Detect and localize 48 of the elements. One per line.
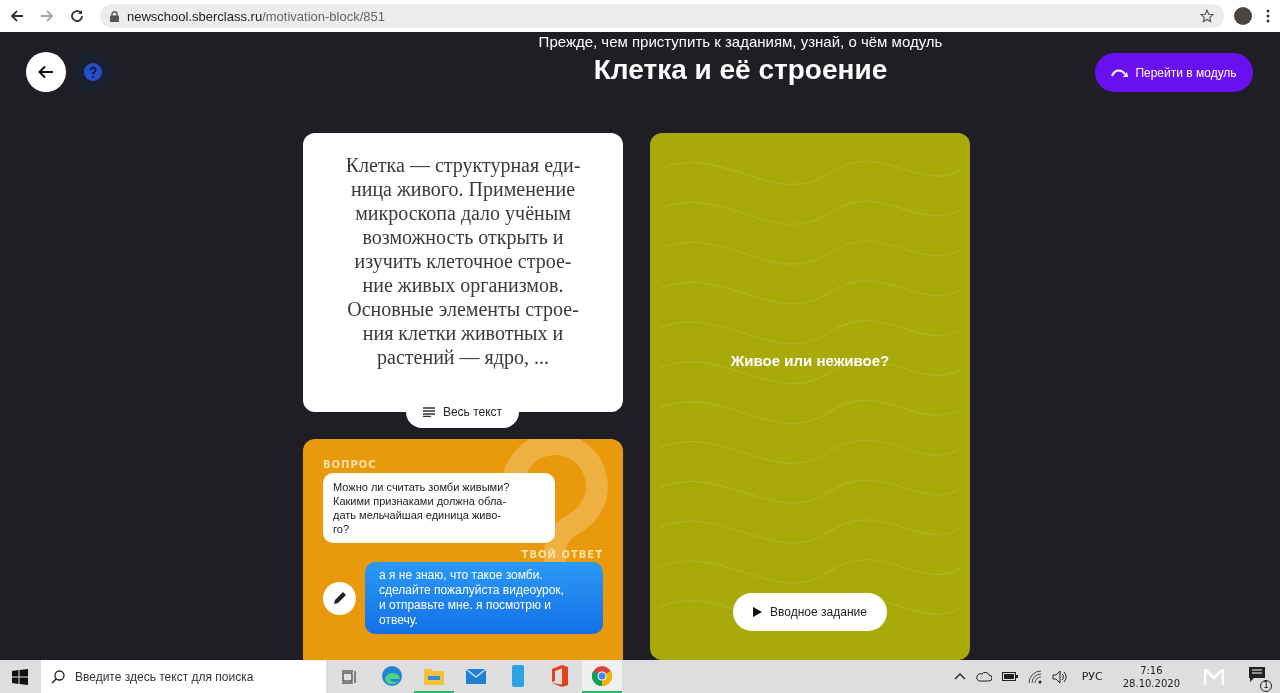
notification-icon[interactable] <box>1248 665 1266 684</box>
wifi-icon[interactable] <box>1027 669 1042 684</box>
windows-logo-icon[interactable] <box>12 668 28 685</box>
time-text: 7:16 <box>1140 663 1163 677</box>
browser-swirl-icon <box>381 664 403 687</box>
document-icon <box>551 664 569 687</box>
module-title: Клетка и её строение <box>592 54 889 86</box>
clock[interactable]: 7:16 28.10.2020 <box>1122 663 1180 690</box>
task-title: Живое или неживое? <box>730 352 890 369</box>
caret-up-icon[interactable] <box>953 673 966 680</box>
play-icon <box>753 607 763 617</box>
round-browser-icon <box>591 664 613 687</box>
answer-label: ТВОЙ ОТВЕТ <box>520 549 603 560</box>
pencil-icon <box>331 590 348 606</box>
curved-arrow-icon <box>1111 67 1130 78</box>
language-indicator[interactable]: РУС <box>1081 670 1103 683</box>
phone-icon <box>512 664 524 687</box>
module-intro-text: Клетка — структурная еди- ница живого. Применение микроскопа дало учёным возможность открыть и изучить клеточное строе- ние живых организмов. Основные элементы строе- ния клетки животных и растений — ядро, ... <box>344 153 582 369</box>
lock-icon <box>110 10 119 22</box>
profile-avatar[interactable] <box>1234 7 1252 25</box>
task-view-icon[interactable] <box>342 669 358 684</box>
cloud-icon[interactable] <box>975 671 992 682</box>
module-subtitle: Прежде, чем приступить к заданиям, узнай, о чём модуль <box>537 33 944 50</box>
star-icon[interactable] <box>1200 9 1214 23</box>
battery-icon[interactable] <box>1001 672 1018 681</box>
question-bubble: Можно ли считать зомби живыми? Какими признаками должна обла- дать мельчайшая единица живо- го? <box>323 473 555 543</box>
go-to-module-button[interactable]: Перейти в модуль <box>1095 53 1253 92</box>
answer-bubble: а я не знаю, что такое зомби. сделайте пожалуйста видеоурок, и отправьте мне. я посмотрю и отвечу. <box>365 562 603 634</box>
help-button[interactable] <box>73 52 113 92</box>
reload-icon[interactable] <box>70 9 84 23</box>
notification-badge: 1 <box>1260 679 1272 692</box>
envelope-icon <box>465 666 487 685</box>
url-text: newschool.sberclass.ru/motivation-block/851 <box>127 8 386 24</box>
back-arrow-icon <box>38 65 54 79</box>
speaker-icon[interactable] <box>1051 669 1068 684</box>
address-bar[interactable]: newschool.sberclass.ru/motivation-block/851 <box>100 4 1224 28</box>
intro-task-button[interactable]: Вводное задание <box>733 593 887 631</box>
menu-icon[interactable] <box>1266 9 1270 23</box>
taskbar-search-field[interactable]: Введите здесь текст для поиска <box>41 660 326 693</box>
date-text: 28.10.2020 <box>1122 676 1180 690</box>
edit-answer-button[interactable] <box>323 581 356 615</box>
lines-icon <box>422 407 435 417</box>
back-button[interactable] <box>26 52 66 92</box>
back-icon[interactable] <box>10 9 24 23</box>
help-icon <box>84 63 102 81</box>
taskbar-app[interactable] <box>582 660 622 693</box>
search-icon <box>51 670 65 684</box>
question-label: ВОПРОС <box>323 459 378 470</box>
